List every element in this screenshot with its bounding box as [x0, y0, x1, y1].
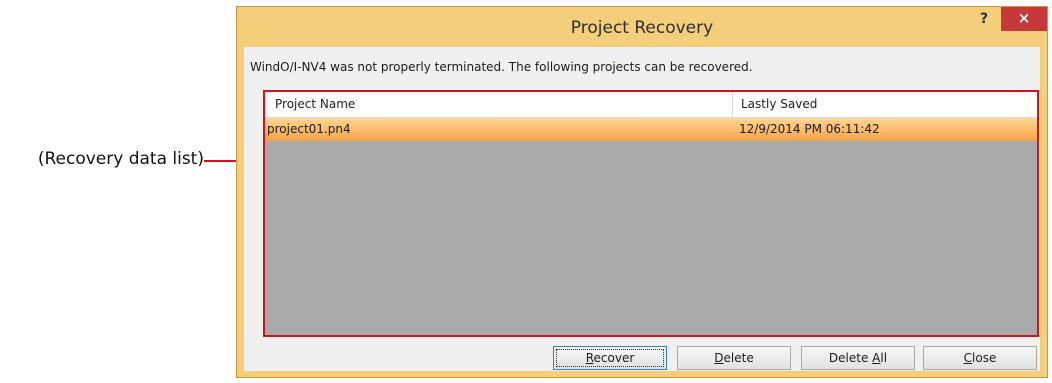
- recover-button[interactable]: Recover: [553, 346, 667, 370]
- status-message: WindO/I-NV4 was not properly terminated.…: [250, 60, 753, 74]
- delete-mnemonic: D: [714, 351, 724, 365]
- title-bar[interactable]: Project Recovery ? ×: [237, 7, 1047, 47]
- close-mnemonic: C: [963, 351, 973, 365]
- delete-label: elete: [723, 351, 754, 365]
- close-button[interactable]: Close: [923, 346, 1037, 370]
- column-header-lastly-saved[interactable]: Lastly Saved: [733, 92, 1037, 117]
- delete-all-prefix: Delete: [828, 351, 873, 365]
- close-window-button[interactable]: ×: [1001, 7, 1047, 31]
- recover-mnemonic: R: [585, 351, 594, 365]
- list-row[interactable]: project01.pn4 12/9/2014 PM 06:11:42: [265, 118, 1037, 141]
- close-label: lose: [972, 351, 997, 365]
- delete-all-button[interactable]: Delete All: [801, 346, 915, 370]
- column-header-project-name[interactable]: Project Name: [265, 92, 733, 117]
- recovery-data-list[interactable]: Project Name Lastly Saved project01.pn4 …: [263, 90, 1039, 337]
- project-recovery-dialog: Project Recovery ? × WindO/I-NV4 was not…: [236, 6, 1048, 378]
- callout-label: (Recovery data list): [37, 149, 204, 169]
- delete-all-label: ll: [880, 351, 888, 365]
- lastly-saved-cell: 12/9/2014 PM 06:11:42: [739, 122, 880, 136]
- project-name-cell: project01.pn4: [267, 122, 351, 136]
- list-header: Project Name Lastly Saved: [265, 92, 1037, 118]
- help-button[interactable]: ?: [971, 8, 997, 30]
- delete-button[interactable]: Delete: [677, 346, 791, 370]
- dialog-client-area: WindO/I-NV4 was not properly terminated.…: [244, 47, 1040, 371]
- recover-label: ecover: [593, 351, 635, 365]
- dialog-title: Project Recovery: [570, 18, 714, 38]
